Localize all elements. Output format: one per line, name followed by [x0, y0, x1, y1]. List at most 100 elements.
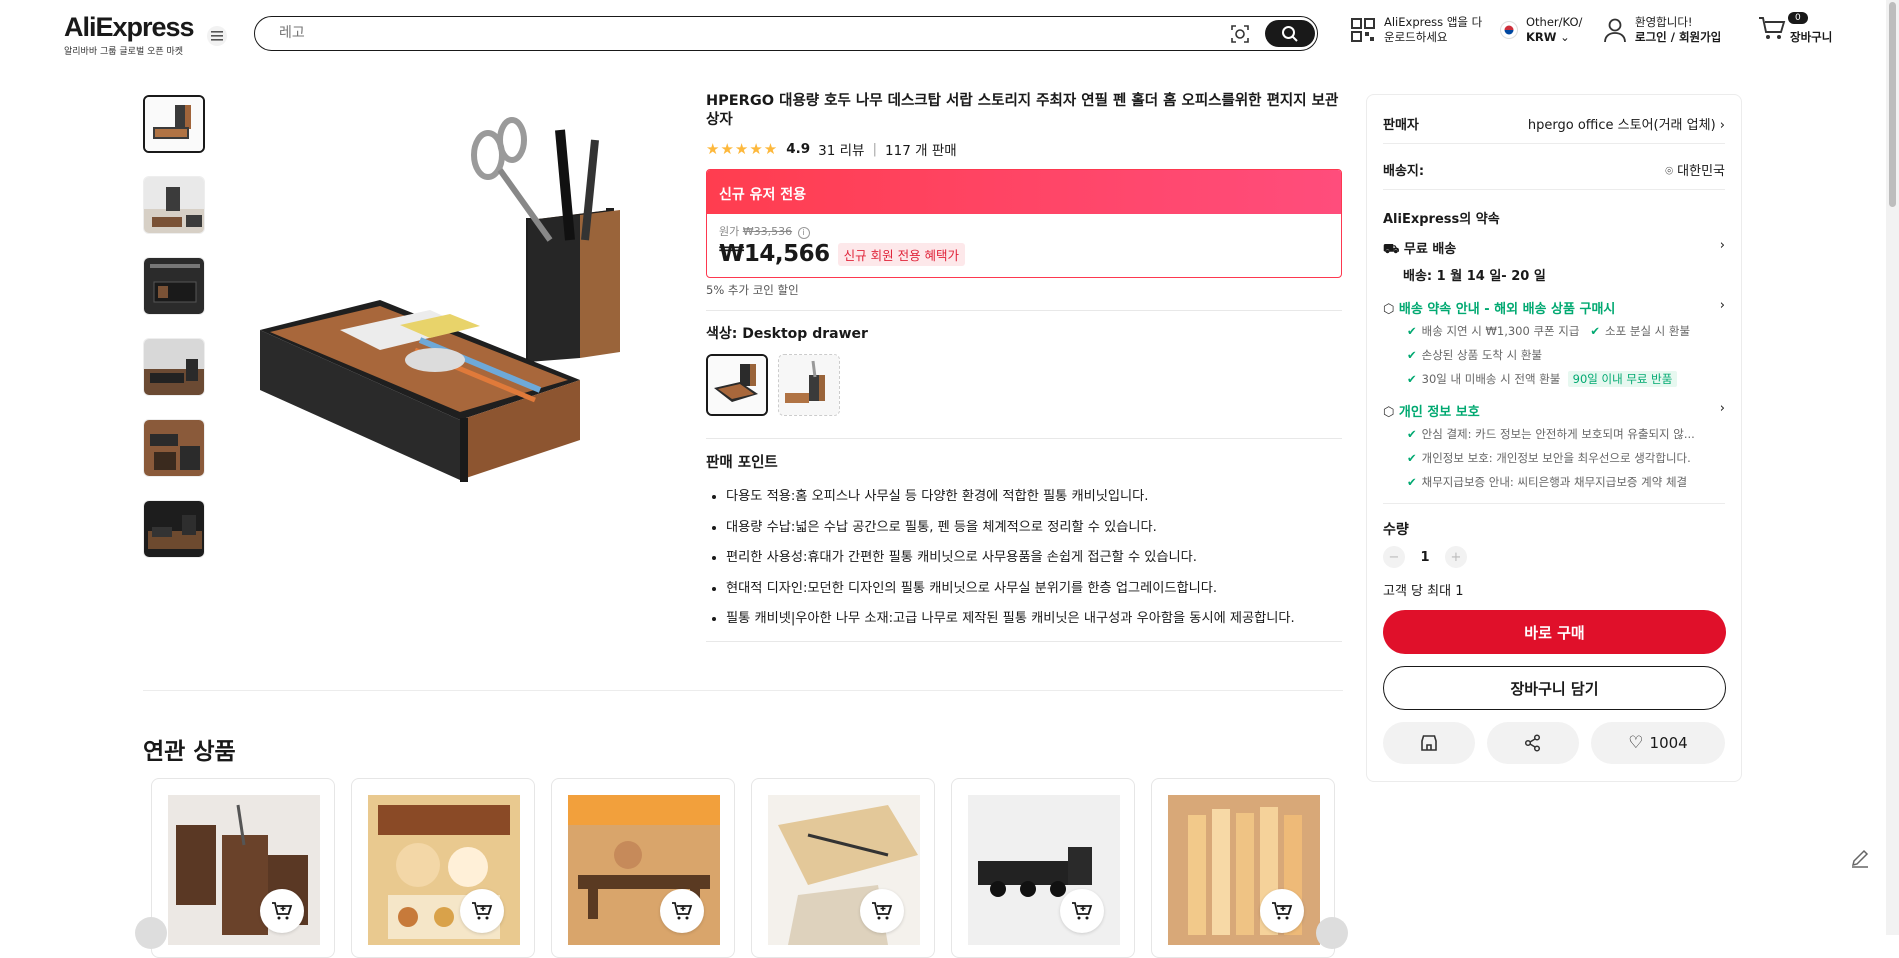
related-product-card[interactable] — [551, 778, 735, 958]
related-product-card[interactable] — [351, 778, 535, 958]
price-badge: 신규 회원 전용 혜택가 — [837, 242, 966, 266]
guarantee-item: 배송 지연 시 ₩1,300 쿠폰 지급 — [1421, 324, 1580, 338]
carousel-prev-button[interactable] — [135, 917, 167, 949]
ship-to-value: 대한민국 — [1677, 164, 1725, 179]
free-shipping-row[interactable]: ⛟ 무료 배송 배송: 1 월 14 일- 20 일 › — [1383, 238, 1725, 284]
currency-label: KRW — [1526, 30, 1557, 44]
qr-code-icon — [1351, 18, 1375, 42]
wishlist-button[interactable]: ♡ 1004 — [1591, 722, 1725, 764]
share-button[interactable] — [1487, 722, 1579, 764]
main-product-image[interactable] — [250, 100, 690, 520]
share-icon — [1524, 734, 1541, 752]
seller-row[interactable]: 판매자 hpergo office 스토어(거래 업체) › — [1383, 114, 1725, 133]
chevron-down-icon: ⌄ — [1560, 30, 1570, 44]
app-line1: AliExpress 앱을 다 — [1384, 15, 1483, 29]
privacy-title: 개인 정보 보호 — [1398, 405, 1480, 420]
chevron-right-icon: › — [1719, 118, 1725, 133]
add-to-cart-icon[interactable] — [1260, 889, 1304, 933]
thumbnail-1[interactable] — [143, 95, 205, 153]
check-icon: ✔ — [1407, 427, 1417, 441]
guarantee-title: 배송 약속 안내 - 해외 배송 상품 구매시 — [1398, 302, 1616, 317]
scrollbar-thumb[interactable] — [1889, 2, 1896, 207]
check-icon: ✔ — [1407, 451, 1417, 465]
seller-name: hpergo office 스토어(거래 업체) — [1527, 118, 1716, 133]
guarantee-row[interactable]: ⬡ 배송 약속 안내 - 해외 배송 상품 구매시 ✔ 배송 지연 시 ₩1,30… — [1383, 298, 1725, 391]
selling-point: 편리한 사용성:휴대가 간편한 필통 캐비닛으로 사무용품을 손쉽게 접근할 수… — [726, 543, 1342, 574]
locale-selector[interactable]: Other/KO/ KRW ⌄ — [1500, 15, 1582, 45]
swatch-pen-holder[interactable] — [778, 354, 840, 416]
aliexpress-logo[interactable]: AliExpress 알리바바 그룹 글로벌 오픈 마켓 — [64, 12, 195, 57]
page-scrollbar[interactable] — [1886, 0, 1899, 935]
thumbnail-3[interactable] — [143, 257, 205, 315]
divider — [1383, 189, 1725, 190]
search-input[interactable] — [279, 23, 1179, 43]
feedback-edit-icon[interactable] — [1848, 846, 1872, 870]
selling-point: 다용도 적용:홈 오피스나 사무실 등 다양한 환경에 적합한 필통 캐비닛입니… — [726, 482, 1342, 513]
related-product-card[interactable] — [1151, 778, 1335, 958]
lock-shield-icon: ⬡ — [1383, 405, 1395, 420]
menu-icon[interactable] — [207, 26, 227, 46]
original-price: 원가 ₩33,536 i — [719, 223, 1329, 239]
check-icon: ✔ — [1407, 475, 1417, 489]
add-to-cart-button[interactable]: 장바구니 담기 — [1383, 666, 1726, 710]
thumbnail-2[interactable] — [143, 176, 205, 234]
ship-to-label: 배송지: — [1383, 164, 1425, 179]
selling-point: 현대적 디자인:모던한 디자인의 필통 캐비닛으로 사무실 분위기를 한층 업그… — [726, 574, 1342, 605]
search-button[interactable] — [1265, 20, 1315, 47]
add-to-cart-icon[interactable] — [260, 889, 304, 933]
thumbnail-5[interactable] — [143, 419, 205, 477]
current-price: ₩14,566 — [719, 241, 830, 267]
quantity-value[interactable]: 1 — [1405, 550, 1445, 565]
download-app-link[interactable]: AliExpress 앱을 다 운로드하세요 — [1350, 15, 1482, 45]
truck-icon: ⛟ — [1383, 242, 1400, 257]
search-bar — [254, 16, 1318, 51]
account-link[interactable]: 환영합니다! 로그인 / 회원가입 — [1603, 15, 1721, 45]
thumbnail-4[interactable] — [143, 338, 205, 396]
check-icon: ✔ — [1590, 324, 1601, 338]
selling-points-title: 판매 포인트 — [706, 455, 778, 471]
original-price-label: 원가 — [719, 225, 740, 238]
quantity-limit-row: 고객 당 최대 1 — [1383, 580, 1725, 599]
ship-to-row[interactable]: 배송지: ⌾ 대한민국 — [1383, 160, 1725, 179]
buy-now-button[interactable]: 바로 구매 — [1383, 610, 1726, 654]
promise-title-row: AliExpress의 약속 — [1383, 208, 1725, 227]
privacy-row[interactable]: ⬡ 개인 정보 보호 ✔ 안심 결제: 카드 정보는 안전하게 보호되며 유출되지… — [1383, 401, 1725, 494]
info-icon[interactable]: i — [797, 227, 810, 239]
decrease-button[interactable]: − — [1383, 546, 1405, 568]
rating-row[interactable]: ★★★★★ 4.9 31 리뷰 | 117 개 판매 — [706, 139, 1342, 159]
original-price-value: ₩33,536 — [742, 225, 793, 238]
privacy-item: 개인정보 보호: 개인정보 보안을 최우선으로 생각합니다. — [1421, 451, 1691, 465]
cart-label: 장바구니 — [1790, 29, 1833, 44]
swatch-desktop-drawer[interactable] — [706, 354, 768, 416]
related-product-card[interactable] — [951, 778, 1135, 958]
cart-count-badge: 0 — [1788, 12, 1808, 24]
thumbnail-6[interactable] — [143, 500, 205, 558]
increase-button[interactable]: + — [1445, 546, 1467, 568]
wishlist-count: 1004 — [1649, 734, 1688, 752]
korea-flag-icon — [1500, 21, 1518, 39]
carousel-next-button[interactable] — [1316, 917, 1348, 949]
chevron-right-icon: › — [1719, 238, 1725, 253]
review-count[interactable]: 31 리뷰 — [818, 139, 864, 159]
related-product-card[interactable] — [751, 778, 935, 958]
image-search-icon[interactable] — [1229, 23, 1251, 45]
product-info: HPERGO 대용량 호두 나무 데스크탑 서랍 스토리지 주최자 연필 펜 홀… — [706, 92, 1342, 654]
promise-title: AliExpress의 약속 — [1383, 212, 1500, 227]
divider — [1383, 143, 1725, 144]
cart-link[interactable]: 0 장바구니 — [1758, 12, 1833, 45]
add-to-cart-icon[interactable] — [860, 889, 904, 933]
divider — [706, 438, 1342, 439]
add-to-cart-icon[interactable] — [460, 889, 504, 933]
guarantee-item: 30일 내 미배송 시 전액 환불 — [1421, 372, 1561, 386]
app-line2: 운로드하세요 — [1384, 30, 1448, 44]
add-to-cart-icon[interactable] — [1060, 889, 1104, 933]
related-product-card[interactable] — [151, 778, 335, 958]
chevron-right-icon: › — [1719, 298, 1725, 313]
promo-label: 신규 유저 전용 — [707, 170, 1341, 214]
heart-icon: ♡ — [1628, 733, 1644, 753]
store-button[interactable] — [1383, 722, 1475, 764]
cart-icon — [1759, 17, 1786, 39]
color-label: 색상: Desktop drawer — [706, 326, 868, 342]
add-to-cart-icon[interactable] — [660, 889, 704, 933]
promo-price-box: 신규 유저 전용 원가 ₩33,536 i ₩14,566 신규 회원 전용 혜… — [706, 169, 1342, 278]
